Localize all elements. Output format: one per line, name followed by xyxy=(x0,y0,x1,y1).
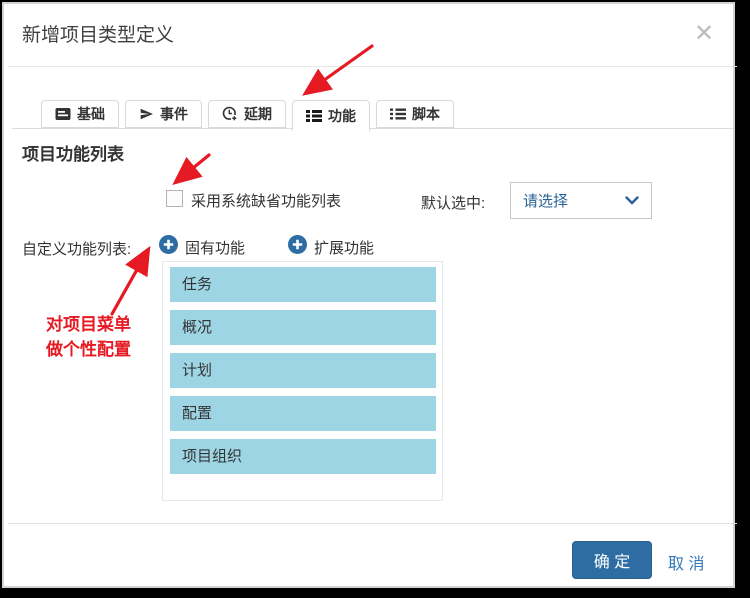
tab-label: 功能 xyxy=(328,106,356,126)
ok-button[interactable]: 确 定 xyxy=(572,541,652,579)
tab-label: 基础 xyxy=(77,104,105,124)
add-inherent-label: 固有功能 xyxy=(185,237,245,258)
custom-list-label: 自定义功能列表: xyxy=(22,238,131,259)
screenshot-stage: 新增项目类型定义 ✕ 基础 事件 延期 xyxy=(0,0,750,598)
close-icon[interactable]: ✕ xyxy=(694,22,714,46)
list-outline-icon xyxy=(390,107,406,121)
section-heading: 项目功能列表 xyxy=(22,140,124,165)
dropdown-value: 请选择 xyxy=(523,190,625,211)
function-item-config[interactable]: 配置 xyxy=(170,396,436,431)
add-project-type-dialog: 新增项目类型定义 ✕ 基础 事件 延期 xyxy=(2,2,735,588)
chevron-down-icon xyxy=(625,196,639,205)
card-icon xyxy=(55,107,71,121)
list-solid-icon xyxy=(306,109,322,123)
default-selected-label: 默认选中: xyxy=(421,192,485,213)
function-item-organization[interactable]: 项目组织 xyxy=(170,439,436,474)
dialog-title: 新增项目类型定义 xyxy=(22,20,174,47)
tab-functions[interactable]: 功能 xyxy=(292,100,370,131)
send-icon xyxy=(139,107,154,121)
add-inherent-function-button[interactable]: 固有功能 xyxy=(159,235,245,259)
add-extended-function-button[interactable]: 扩展功能 xyxy=(288,235,374,259)
clock-plus-icon xyxy=(222,106,238,122)
tab-delay[interactable]: 延期 xyxy=(208,100,286,128)
tab-label: 事件 xyxy=(160,104,188,124)
plus-circle-icon xyxy=(159,235,178,259)
function-item-tasks[interactable]: 任务 xyxy=(170,267,436,302)
add-extended-label: 扩展功能 xyxy=(314,237,374,258)
use-default-checkbox-label: 采用系统缺省功能列表 xyxy=(191,190,341,211)
plus-circle-icon xyxy=(288,235,307,259)
annotation-line-2: 做个性配置 xyxy=(46,337,131,362)
function-item-plan[interactable]: 计划 xyxy=(170,353,436,388)
annotation-text: 对项目菜单 做个性配置 xyxy=(46,312,131,362)
default-selected-dropdown[interactable]: 请选择 xyxy=(510,182,652,219)
footer-divider xyxy=(8,523,737,524)
function-list: 任务 概况 计划 配置 项目组织 xyxy=(162,261,443,501)
title-divider xyxy=(8,66,737,67)
tab-basic[interactable]: 基础 xyxy=(41,100,119,128)
tab-scripts[interactable]: 脚本 xyxy=(376,100,454,128)
function-item-overview[interactable]: 概况 xyxy=(170,310,436,345)
tab-bar: 基础 事件 延期 功能 xyxy=(41,100,454,131)
annotation-line-1: 对项目菜单 xyxy=(46,312,131,337)
tab-label: 脚本 xyxy=(412,104,440,124)
tab-label: 延期 xyxy=(244,104,272,124)
cancel-button[interactable]: 取 消 xyxy=(668,550,704,574)
use-default-checkbox[interactable] xyxy=(166,190,183,207)
tab-events[interactable]: 事件 xyxy=(125,100,202,128)
